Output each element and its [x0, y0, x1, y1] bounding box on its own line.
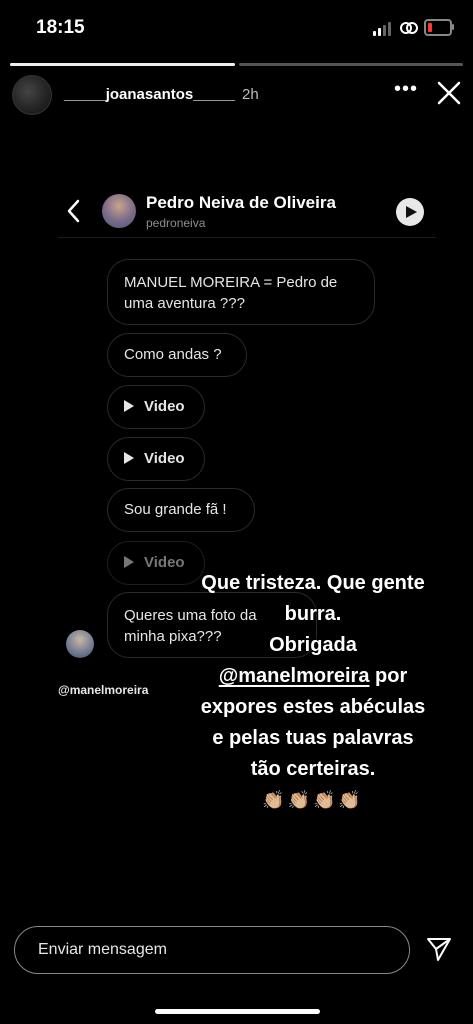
close-icon[interactable]: [436, 80, 462, 106]
message-text: Como andas ?: [124, 346, 222, 363]
dm-contact-name: Pedro Neiva de Oliveira: [146, 193, 336, 212]
play-icon: [124, 400, 134, 412]
story-progress-bar-2: [239, 63, 463, 66]
caption-line: tão certeiras.: [250, 758, 376, 780]
story-time-ago: 2h: [242, 86, 259, 103]
message-bubble: Como andas ?: [107, 333, 247, 377]
caption-mention-link[interactable]: @manelmoreira: [219, 665, 370, 687]
sender-avatar: [66, 630, 94, 658]
more-horizontal-icon[interactable]: •••: [394, 79, 417, 104]
caption-text: por: [369, 665, 408, 687]
video-label: Video: [144, 450, 185, 467]
story-progress-bar-1: [10, 63, 235, 66]
caption-line: Obrigada: [269, 634, 357, 656]
story-caption: Que tristeza. Que gente burra. Obrigada …: [172, 568, 454, 816]
video-message-bubble: Video: [107, 437, 205, 481]
video-label: Video: [144, 398, 185, 415]
video-call-icon: [396, 198, 424, 226]
dm-header-divider: [58, 237, 436, 238]
story-username[interactable]: _____joanasantos_____: [64, 86, 235, 103]
video-message-bubble: Video: [107, 385, 205, 429]
caption-line: @manelmoreira por: [172, 661, 454, 692]
message-bubble: MANUEL MOREIRA = Pedro de uma aventura ?…: [107, 259, 375, 325]
play-icon: [124, 452, 134, 464]
caption-line: Que tristeza. Que gente burra.: [201, 572, 425, 625]
back-chevron-icon: [67, 199, 80, 223]
play-icon: [124, 556, 134, 568]
story-progress-fill-1: [10, 63, 235, 66]
caption-line: expores estes abéculas: [200, 696, 426, 718]
mention-sticker[interactable]: @manelmoreira: [58, 683, 148, 697]
clapping-hands-emoji: 👏🏼👏🏼👏🏼👏🏼: [262, 790, 364, 810]
home-indicator: [155, 1009, 320, 1014]
dm-contact-handle: pedroneiva: [146, 216, 206, 230]
status-time: 18:15: [36, 17, 85, 38]
story-author-avatar[interactable]: [12, 75, 52, 115]
cellular-signal-icon: [373, 22, 393, 36]
battery-tip: [452, 24, 454, 30]
message-bubble: Sou grande fã !: [107, 488, 255, 532]
send-icon[interactable]: [425, 935, 453, 963]
caption-line: e pelas tuas palavras: [212, 727, 414, 749]
dm-contact-avatar: [102, 194, 136, 228]
message-text: MANUEL MOREIRA = Pedro de uma aventura ?…: [124, 274, 338, 312]
battery-icon: [424, 19, 452, 36]
message-text: Sou grande fã !: [124, 501, 227, 518]
send-message-placeholder[interactable]: Enviar mensagem: [38, 941, 167, 959]
personal-hotspot-icon: [400, 22, 418, 34]
